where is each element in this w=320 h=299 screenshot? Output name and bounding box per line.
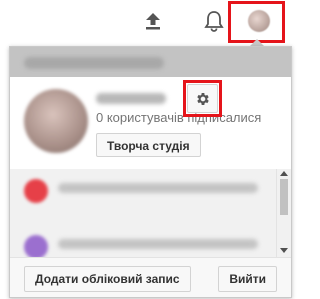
- gear-icon: [197, 93, 209, 105]
- scroll-thumb[interactable]: [280, 179, 288, 215]
- scroll-up-arrow-icon[interactable]: [280, 171, 288, 176]
- account-menu-footer: Додати обліковий запис Вийти: [10, 257, 291, 297]
- channel-list: [10, 169, 291, 257]
- upload-button[interactable]: [142, 10, 164, 32]
- creator-studio-button[interactable]: Творча студія: [96, 133, 201, 157]
- profile-avatar[interactable]: [24, 89, 88, 153]
- channel-avatar: [24, 179, 48, 203]
- channel-avatar: [24, 235, 48, 257]
- channel-item[interactable]: [10, 169, 275, 209]
- subscribers-count: 0 користувачів підписалися: [96, 110, 262, 125]
- bell-icon: [204, 11, 224, 32]
- account-menu: 0 користувачів підписалися Творча студія…: [9, 46, 292, 298]
- account-avatar-button[interactable]: [248, 10, 270, 32]
- account-email-blurred: [24, 57, 164, 69]
- scroll-down-arrow-icon[interactable]: [280, 248, 288, 253]
- account-email-header: [10, 47, 291, 77]
- channel-name-blurred: [58, 183, 258, 193]
- notifications-button[interactable]: [203, 9, 225, 33]
- upload-arrow-icon: [146, 13, 160, 30]
- add-account-button[interactable]: Додати обліковий запис: [24, 266, 191, 292]
- channel-list-scrollbar[interactable]: [276, 169, 291, 257]
- settings-button[interactable]: [187, 84, 218, 113]
- top-bar: [0, 0, 300, 43]
- profile-name-blurred: [96, 93, 166, 104]
- channel-name-blurred: [58, 239, 258, 249]
- profile-section: 0 користувачів підписалися Творча студія: [10, 77, 291, 169]
- channel-item[interactable]: [10, 213, 275, 257]
- sign-out-button[interactable]: Вийти: [218, 266, 277, 292]
